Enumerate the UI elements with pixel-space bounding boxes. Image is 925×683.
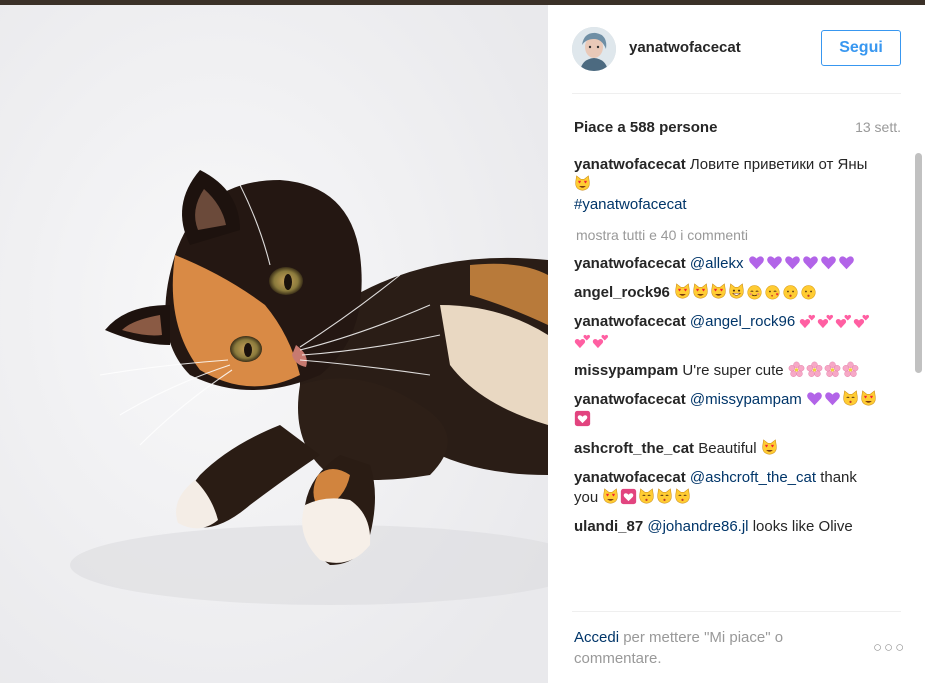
- caption-username[interactable]: yanatwofacecat: [574, 156, 686, 173]
- login-link[interactable]: Accedi: [574, 629, 619, 646]
- comments-scrollbar[interactable]: [915, 153, 922, 373]
- heart-eyes-cat-icon: [711, 283, 726, 299]
- comment-item: missypampam U're super cute: [574, 361, 879, 381]
- comment-username[interactable]: missypampam: [574, 362, 678, 379]
- purple-heart-icon: [820, 256, 836, 270]
- caption-emojis: [574, 175, 592, 193]
- purple-heart-icon: [825, 392, 840, 406]
- blush-face-icon: [747, 285, 762, 300]
- comment-item: angel_rock96: [574, 283, 879, 303]
- comment-emojis: [761, 439, 779, 457]
- purple-heart-icon: [766, 256, 782, 270]
- kissing-face-icon: [801, 285, 816, 300]
- heart-eyes-cat-icon: [575, 175, 590, 191]
- kissing-face-icon: [783, 285, 798, 300]
- comment-item: ashcroft_the_cat Beautiful: [574, 439, 879, 459]
- purple-heart-icon: [784, 256, 800, 270]
- heart-box-icon: [621, 488, 637, 505]
- cherry-blossom-icon: [842, 361, 859, 377]
- post-username[interactable]: yanatwofacecat: [629, 39, 741, 56]
- cherry-blossom-icon: [806, 361, 823, 377]
- heart-eyes-cat-icon: [675, 283, 690, 299]
- kissing-cat-icon: [675, 488, 690, 504]
- follow-button[interactable]: Segui: [821, 30, 901, 66]
- comment-items: yanatwofacecat @allekx angel_rock96 yana…: [574, 254, 879, 537]
- comment-item: yanatwofacecat @ashcroft_the_cat thank y…: [574, 468, 879, 508]
- like-count[interactable]: Piace a 588 persone: [574, 119, 717, 136]
- comment-mention[interactable]: @allekx: [690, 255, 744, 272]
- comment-mention[interactable]: @ashcroft_the_cat: [690, 469, 816, 486]
- comment-username[interactable]: ulandi_87: [574, 518, 643, 535]
- heart-eyes-cat-icon: [693, 283, 708, 299]
- comment-text: looks like Olive: [752, 518, 853, 535]
- post-timestamp[interactable]: 13 sett.: [855, 119, 901, 135]
- two-hearts-icon: [818, 314, 834, 329]
- comment-emojis: [748, 255, 856, 272]
- comment-item: ulandi_87 @johandre86.jl looks like Oliv…: [574, 517, 879, 537]
- kissing-heart-face-icon: [765, 285, 780, 300]
- comment-item: yanatwofacecat @angel_rock96: [574, 312, 879, 352]
- heart-eyes-cat-icon: [762, 439, 777, 455]
- comment-emojis: [602, 488, 692, 506]
- calico-cat-image: [0, 5, 548, 683]
- comment-item: yanatwofacecat @missypampam: [574, 390, 879, 430]
- kissing-cat-icon: [843, 390, 858, 406]
- grinning-cat-icon: [729, 283, 744, 299]
- purple-heart-icon: [838, 256, 854, 270]
- heart-box-icon: [574, 410, 591, 427]
- two-hearts-icon: [800, 314, 816, 329]
- caption-hashtag[interactable]: #yanatwofacecat: [574, 196, 687, 213]
- comment-emojis: [788, 361, 860, 379]
- comment-item: yanatwofacecat @allekx: [574, 254, 879, 274]
- two-hearts-icon: [574, 334, 591, 349]
- comment-emojis: [674, 283, 818, 301]
- post-photo[interactable]: [0, 5, 548, 683]
- cherry-blossom-icon: [824, 361, 841, 377]
- caption: yanatwofacecat Ловите приветики от Яны #…: [574, 155, 879, 215]
- purple-heart-icon: [802, 256, 818, 270]
- comments-list[interactable]: yanatwofacecat Ловите приветики от Яны #…: [574, 155, 879, 610]
- comment-username[interactable]: yanatwofacecat: [574, 391, 686, 408]
- two-hearts-icon: [854, 314, 870, 329]
- comment-mention[interactable]: @angel_rock96: [690, 313, 795, 330]
- footer-divider: [572, 611, 901, 612]
- comment-text: Beautiful: [698, 440, 757, 457]
- comment-username[interactable]: yanatwofacecat: [574, 255, 686, 272]
- avatar[interactable]: [572, 27, 616, 71]
- comment-username[interactable]: angel_rock96: [574, 284, 670, 301]
- purple-heart-icon: [748, 256, 764, 270]
- cherry-blossom-icon: [788, 361, 805, 377]
- heart-eyes-cat-icon: [861, 390, 876, 406]
- comment-mention[interactable]: @missypampam: [690, 391, 802, 408]
- avatar-image: [572, 27, 616, 71]
- comment-username[interactable]: ashcroft_the_cat: [574, 440, 694, 457]
- kissing-cat-icon: [657, 488, 672, 504]
- comments-fade: [574, 593, 879, 611]
- purple-heart-icon: [807, 392, 822, 406]
- two-hearts-icon: [592, 334, 609, 349]
- comment-username[interactable]: yanatwofacecat: [574, 313, 686, 330]
- comment-username[interactable]: yanatwofacecat: [574, 469, 686, 486]
- post-header: yanatwofacecat Segui: [572, 23, 901, 79]
- two-hearts-icon: [836, 314, 852, 329]
- comment-text: U're super cute: [682, 362, 784, 379]
- show-all-comments-link[interactable]: mostra tutti e 40 i commenti: [576, 225, 879, 245]
- header-divider: [572, 93, 901, 94]
- comment-mention[interactable]: @johandre86.jl: [647, 518, 748, 535]
- more-options-button[interactable]: ○○○: [873, 639, 906, 656]
- caption-text: Ловите приветики от Яны: [689, 156, 868, 173]
- post-details-panel: yanatwofacecat Segui Piace a 588 persone…: [548, 5, 925, 683]
- kissing-cat-icon: [639, 488, 654, 504]
- heart-eyes-cat-icon: [603, 488, 618, 504]
- login-prompt: Accedi per mettere "Mi piace" o commenta…: [574, 627, 834, 669]
- likes-row: Piace a 588 persone 13 sett.: [574, 117, 901, 139]
